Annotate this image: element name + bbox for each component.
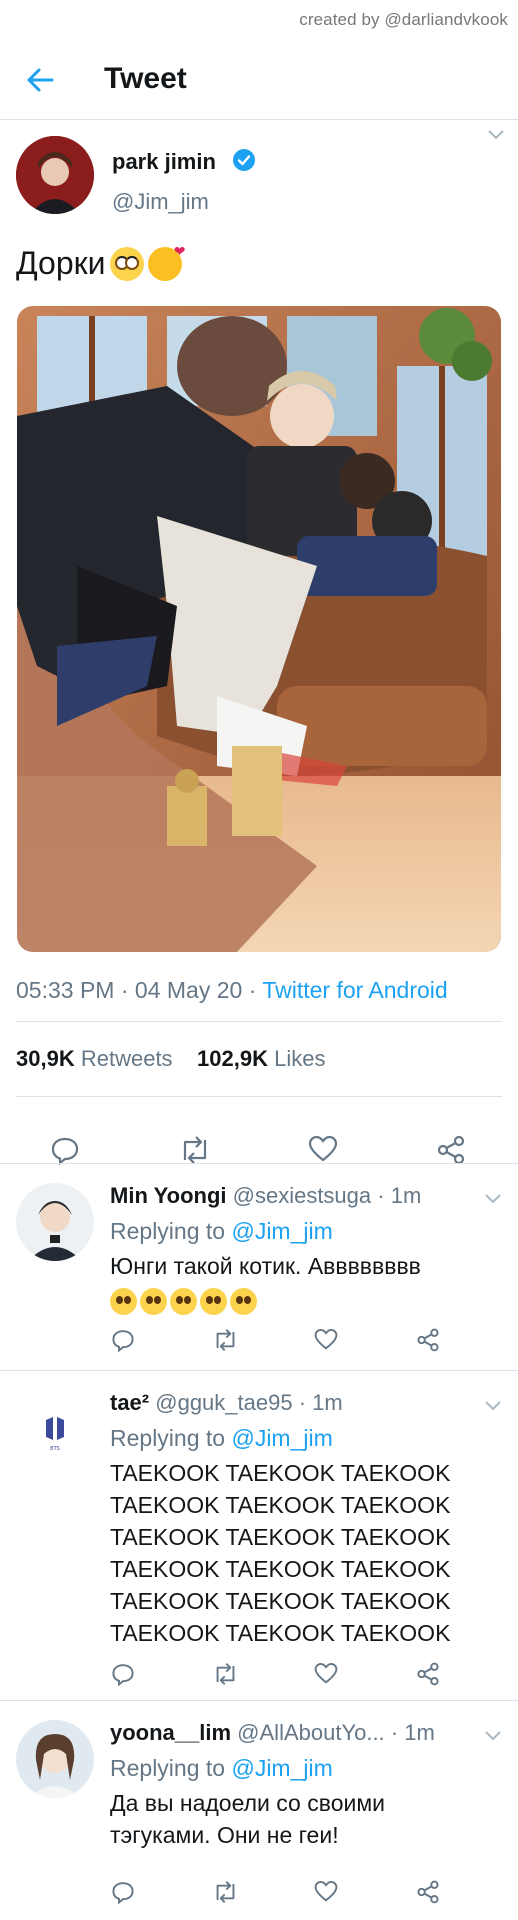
like-icon[interactable] (314, 1328, 338, 1351)
like-icon[interactable] (314, 1880, 338, 1903)
pleading-face-emoji-icon (110, 1288, 137, 1316)
chevron-down-icon[interactable] (483, 1728, 503, 1742)
engagement-stats: 30,9K Retweets 102,9K Likes (16, 1046, 325, 1072)
avatar[interactable] (16, 1720, 94, 1798)
divider (16, 1096, 502, 1097)
author-name[interactable]: park jimin (112, 149, 216, 175)
reply-tweet[interactable]: Min Yoongi @sexiestsuga · 1m Replying to… (0, 1163, 518, 1370)
tweet-text-content: Дорки (16, 245, 106, 281)
reply-icon[interactable] (111, 1328, 135, 1352)
reply-text: Да вы надоели со своими тэгуками. Они не… (110, 1787, 385, 1851)
retweet-icon[interactable] (178, 1135, 212, 1165)
page-title: Tweet (104, 62, 187, 95)
reply-time: 1m (404, 1720, 435, 1745)
reply-text: Юнги такой котик. Авввввввв (110, 1250, 421, 1316)
mention-link[interactable]: @Jim_jim (231, 1218, 332, 1244)
pleading-face-emoji-icon (170, 1288, 197, 1316)
reply-author-name[interactable]: yoona__lim (110, 1720, 231, 1745)
share-icon[interactable] (416, 1880, 440, 1904)
reply-author-name[interactable]: Min Yoongi (110, 1183, 227, 1208)
watermark: created by @darliandvkook (299, 10, 508, 29)
share-icon[interactable] (416, 1328, 440, 1352)
replying-to: Replying to @Jim_jim (110, 1755, 333, 1782)
divider (16, 1021, 502, 1022)
pleading-emojis (110, 1284, 421, 1316)
reply-text: TAEKOOK TAEKOOK TAEKOOK TAEKOOK TAEKOOK … (110, 1457, 450, 1649)
reply-header: Min Yoongi @sexiestsuga · 1m (110, 1183, 422, 1208)
reply-text-line: тэгуками. Они не геи! (110, 1822, 339, 1848)
svg-text:BTS: BTS (50, 1446, 60, 1452)
reply-author-name[interactable]: tae² (110, 1390, 149, 1415)
reply-text-line: Да вы надоели со своими (110, 1790, 385, 1816)
reply-author-handle[interactable]: @gguk_tae95 (155, 1390, 292, 1415)
eye-roll-emoji-icon (109, 246, 144, 281)
mention-link[interactable]: @Jim_jim (231, 1755, 332, 1781)
avatar[interactable] (16, 136, 94, 214)
reply-tweet[interactable]: yoona__lim @AllAboutYo... · 1m Replying … (0, 1700, 518, 1920)
like-icon[interactable] (308, 1135, 338, 1163)
pleading-face-emoji-icon (230, 1288, 257, 1316)
avatar[interactable] (16, 1183, 94, 1261)
replying-to: Replying to @Jim_jim (110, 1218, 333, 1245)
replying-to-label: Replying to (110, 1425, 226, 1451)
reply-header: yoona__lim @AllAboutYo... · 1m (110, 1720, 435, 1745)
tweet-meta: 05:33 PM · 04 May 20 · Twitter for Andro… (16, 977, 448, 1003)
pleading-face-emoji-icon (140, 1288, 167, 1316)
chevron-down-icon[interactable] (486, 127, 506, 141)
chevron-down-icon[interactable] (483, 1398, 503, 1412)
reply-text-line: Юнги такой котик. Авввввввв (110, 1253, 421, 1279)
reply-text-line: TAEKOOK TAEKOOK TAEKOOK (110, 1620, 451, 1646)
chevron-down-icon[interactable] (483, 1191, 503, 1205)
retweet-count[interactable]: 30,9K (16, 1046, 75, 1071)
author-handle[interactable]: @Jim_jim (112, 189, 209, 215)
reply-text-line: TAEKOOK TAEKOOK TAEKOOK (110, 1588, 451, 1614)
tweet-date: 04 May 20 (134, 977, 243, 1003)
reply-time: 1m (390, 1183, 422, 1208)
tweet-detail-page: created by @darliandvkook Tweet park jim… (0, 0, 518, 1920)
reply-icon[interactable] (111, 1662, 135, 1686)
arrow-left-icon[interactable] (24, 64, 56, 96)
top-bar: Tweet (0, 40, 518, 120)
pleading-face-emoji-icon (200, 1288, 227, 1316)
tweet-source-link[interactable]: Twitter for Android (262, 977, 447, 1003)
share-icon[interactable] (416, 1662, 440, 1686)
verified-badge-icon (233, 149, 255, 171)
tweet-time: 05:33 PM (16, 977, 115, 1003)
retweet-icon[interactable] (212, 1328, 239, 1352)
share-icon[interactable] (436, 1135, 466, 1165)
likes-label[interactable]: Likes (274, 1046, 325, 1071)
reply-icon[interactable] (50, 1135, 80, 1165)
retweet-icon[interactable] (212, 1662, 239, 1686)
like-count[interactable]: 102,9K (197, 1046, 268, 1071)
reply-tweet[interactable]: BTS tae² @gguk_tae95 · 1m Replying to @J… (0, 1370, 518, 1700)
reply-text-line: TAEKOOK TAEKOOK TAEKOOK (110, 1492, 451, 1518)
reply-header: tae² @gguk_tae95 · 1m (110, 1390, 343, 1415)
tweet-photo[interactable] (17, 306, 501, 952)
replying-to: Replying to @Jim_jim (110, 1425, 333, 1452)
tweet-text: Дорки (16, 243, 186, 282)
smiling-hearts-emoji-icon (147, 243, 186, 281)
retweet-icon[interactable] (212, 1880, 239, 1904)
replying-to-label: Replying to (110, 1755, 226, 1781)
retweets-label[interactable]: Retweets (81, 1046, 173, 1071)
reply-author-handle[interactable]: @AllAboutYo... (237, 1720, 385, 1745)
reply-icon[interactable] (111, 1880, 135, 1904)
replying-to-label: Replying to (110, 1218, 226, 1244)
reply-text-line: TAEKOOK TAEKOOK TAEKOOK (110, 1524, 451, 1550)
mention-link[interactable]: @Jim_jim (231, 1425, 332, 1451)
reply-author-handle[interactable]: @sexiestsuga (233, 1183, 372, 1208)
reply-text-line: TAEKOOK TAEKOOK TAEKOOK (110, 1556, 451, 1582)
like-icon[interactable] (314, 1662, 338, 1685)
avatar[interactable]: BTS (16, 1390, 94, 1468)
reply-text-line: TAEKOOK TAEKOOK TAEKOOK (110, 1460, 451, 1486)
reply-time: 1m (312, 1390, 343, 1415)
